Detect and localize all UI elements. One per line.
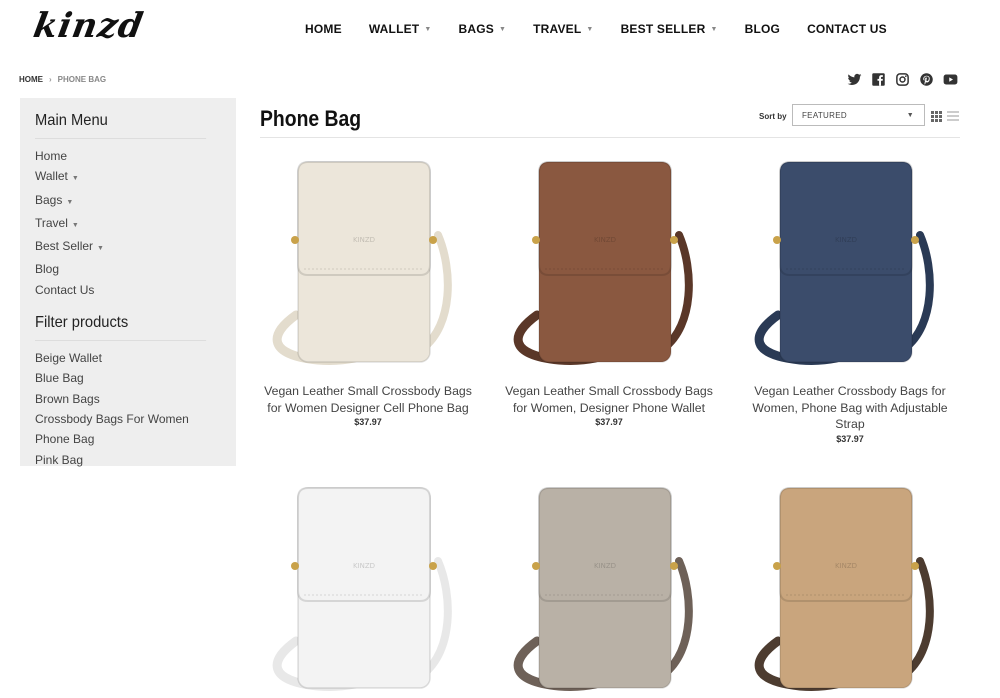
product-card[interactable]: KINZD: [489, 476, 729, 698]
nav-label: WALLET: [368, 22, 420, 36]
youtube-icon[interactable]: [943, 72, 958, 87]
caret-down-icon: ▼: [710, 25, 718, 33]
caret-down-icon: ▼: [66, 198, 74, 206]
product-card[interactable]: KINZD: [730, 476, 970, 698]
nav-label: TRAVEL: [533, 22, 582, 36]
main-menu-list: Home Wallet ▼ Bags ▼ Travel ▼ Best Seller ▼ Blog C…: [35, 146, 221, 300]
sort-select-value: FEATURED: [802, 111, 847, 120]
nav-label: BAGS: [458, 22, 494, 36]
main-menu-heading: Main Menu: [35, 112, 207, 139]
caret-down-icon: ▼: [586, 25, 594, 33]
menu-item-label: Best Seller: [35, 239, 94, 254]
menu-item-label: Contact Us: [35, 282, 95, 297]
svg-text:KINZD: KINZD: [594, 236, 616, 244]
product-image[interactable]: KINZD: [489, 150, 729, 378]
svg-text:KINZD: KINZD: [353, 562, 375, 570]
breadcrumb-current: PHONE BAG: [57, 75, 107, 84]
menu-item-label: Travel: [35, 215, 68, 230]
chevron-down-icon: ▼: [906, 112, 914, 119]
brand-logo[interactable]: kinzd: [30, 6, 146, 46]
filter-item[interactable]: Beige Wallet: [35, 348, 221, 368]
product-price: $37.97: [354, 417, 382, 427]
menu-item-label: Blog: [35, 262, 60, 277]
menu-item-travel[interactable]: Travel ▼: [35, 213, 221, 236]
nav-home[interactable]: HOME: [305, 22, 342, 36]
product-card[interactable]: KINZD Vegan Leather Crossbody Bags for W…: [730, 150, 970, 444]
product-card[interactable]: KINZD: [248, 476, 488, 698]
twitter-icon[interactable]: [847, 72, 862, 87]
caret-down-icon: ▼: [71, 175, 79, 183]
nav-label: BLOG: [744, 22, 781, 36]
nav-wallet[interactable]: WALLET ▼: [369, 22, 432, 36]
pinterest-icon[interactable]: [919, 72, 934, 87]
product-image[interactable]: KINZD: [248, 150, 488, 378]
caret-down-icon: ▼: [71, 221, 79, 229]
caret-down-icon: ▼: [498, 25, 507, 33]
nav-label: BEST SELLER: [620, 22, 706, 36]
main-nav: HOME WALLET ▼ BAGS ▼ TRAVEL ▼ BEST SELLER ▼ BLOG C…: [305, 22, 914, 36]
breadcrumb-home-link[interactable]: HOME: [19, 75, 43, 84]
product-name[interactable]: Vegan Leather Crossbody Bags for Women, …: [730, 383, 970, 433]
grid-view-icon[interactable]: [931, 111, 942, 122]
product-card[interactable]: KINZD Vegan Leather Small Crossbody Bags…: [489, 150, 729, 427]
svg-text:KINZD: KINZD: [835, 562, 857, 570]
filter-heading: Filter products: [35, 314, 207, 342]
filter-item[interactable]: Phone Bag: [35, 429, 221, 449]
menu-item-label: Home: [35, 149, 68, 163]
product-image[interactable]: KINZD: [489, 476, 729, 698]
facebook-icon[interactable]: [871, 72, 886, 87]
sidebar: Main Menu Home Wallet ▼ Bags ▼ Travel ▼ Best Se…: [20, 98, 236, 467]
filter-list: Beige Wallet Blue Bag Brown Bags Crossbody …: [35, 348, 221, 470]
menu-item-wallet[interactable]: Wallet ▼: [35, 166, 221, 189]
instagram-icon[interactable]: [895, 72, 910, 87]
sort-select[interactable]: FEATURED ▼: [792, 104, 925, 126]
menu-item-home[interactable]: Home: [35, 146, 221, 166]
caret-down-icon: ▼: [97, 245, 104, 253]
svg-text:KINZD: KINZD: [594, 562, 616, 570]
filter-item[interactable]: Crossbody Bags For Women: [35, 409, 221, 429]
filter-item[interactable]: Pink Bag: [35, 450, 221, 470]
menu-item-label: Bags: [35, 192, 63, 207]
svg-text:KINZD: KINZD: [835, 236, 857, 244]
product-price: $37.97: [595, 417, 623, 427]
product-name[interactable]: Vegan Leather Small Crossbody Bags for W…: [489, 383, 729, 416]
nav-blog[interactable]: BLOG: [745, 22, 780, 36]
menu-item-blog[interactable]: Blog: [35, 259, 221, 279]
filter-item[interactable]: Blue Bag: [35, 368, 221, 388]
product-image[interactable]: KINZD: [730, 476, 970, 698]
product-image[interactable]: KINZD: [248, 476, 488, 698]
menu-item-best-seller[interactable]: Best Seller ▼: [35, 236, 221, 259]
nav-bags[interactable]: BAGS ▼: [458, 22, 506, 36]
caret-down-icon: ▼: [424, 25, 432, 33]
filter-item[interactable]: Brown Bags: [35, 389, 221, 409]
svg-text:KINZD: KINZD: [353, 236, 375, 244]
nav-travel[interactable]: TRAVEL ▼: [533, 22, 593, 36]
product-image[interactable]: KINZD: [730, 150, 970, 378]
nav-contact-us[interactable]: CONTACT US: [807, 22, 887, 36]
menu-item-label: Wallet: [35, 169, 68, 184]
breadcrumb: HOME › PHONE BAG: [19, 75, 106, 84]
product-card[interactable]: KINZD Vegan Leather Small Crossbody Bags…: [248, 150, 488, 427]
breadcrumb-separator: ›: [49, 75, 52, 84]
menu-item-contact-us[interactable]: Contact Us: [35, 280, 221, 300]
product-price: $37.97: [836, 433, 864, 444]
title-divider: [260, 137, 960, 138]
menu-item-bags[interactable]: Bags ▼: [35, 190, 221, 213]
nav-label: CONTACT US: [807, 22, 887, 36]
nav-best-seller[interactable]: BEST SELLER ▼: [621, 22, 718, 36]
product-name[interactable]: Vegan Leather Small Crossbody Bags for W…: [248, 383, 488, 416]
social-links: [847, 72, 958, 87]
nav-label: HOME: [305, 22, 342, 36]
list-view-icon[interactable]: [947, 111, 959, 122]
sort-label: Sort by: [759, 112, 787, 121]
page-title: Phone Bag: [260, 106, 362, 131]
